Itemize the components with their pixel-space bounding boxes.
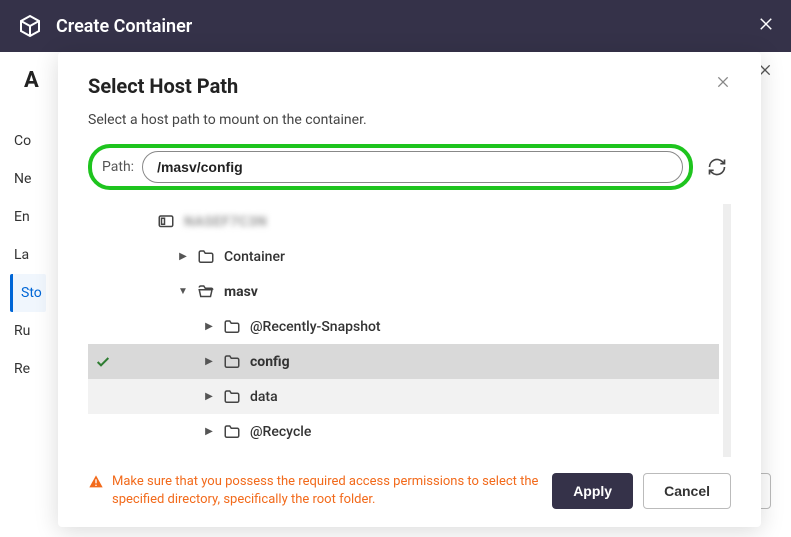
modal-footer: Make sure that you possess the required … [88,473,731,509]
chevron-right-icon[interactable]: ▶ [202,391,216,402]
tree-item-label: @Recently-Snapshot [250,319,381,335]
folder-icon [196,248,216,266]
tree-row[interactable]: ▶ Container [88,239,719,274]
topbar-title: Create Container [56,16,192,37]
path-input[interactable] [142,151,683,183]
warning-icon [88,474,104,496]
apply-button[interactable]: Apply [552,473,633,509]
sidebar-item[interactable]: Ru [10,312,46,350]
chevron-right-icon[interactable]: ▶ [176,251,190,262]
create-container-header: Create Container [0,0,791,52]
tree-item-label: masv [224,284,258,300]
modal-header: Select Host Path [88,74,731,98]
tree-row[interactable]: ▶ @Recycle [88,414,719,449]
folder-icon [222,318,242,336]
sidebar-item[interactable]: Ne [10,160,46,198]
sidebar: CoNeEnLaStoRuRe [10,122,46,388]
folder-icon [196,283,216,301]
sidebar-item[interactable]: Sto [10,274,46,312]
tree-row[interactable]: ▶ @Recently-Snapshot [88,309,719,344]
nas-icon [156,213,176,231]
topbar-close-button[interactable] [757,15,775,38]
sidebar-item[interactable]: En [10,198,46,236]
refresh-button[interactable] [703,153,731,181]
chevron-right-icon[interactable]: ▶ [202,321,216,332]
path-label: Path: [102,159,134,175]
chevron-right-icon[interactable]: ▶ [202,356,216,367]
warning-text: Make sure that you possess the required … [112,473,542,509]
bg-title-prefix: A [24,68,39,93]
path-highlight: Path: [88,144,693,190]
select-host-path-modal: Select Host Path Select a host path to m… [58,52,761,527]
tree-row[interactable]: ▶ data [88,379,719,414]
modal-title: Select Host Path [88,74,238,98]
cube-icon [16,12,44,40]
cancel-button[interactable]: Cancel [643,473,731,509]
tree-root-label: NASEF7C3N [184,214,267,230]
footer-buttons: Apply Cancel [552,473,731,509]
tree-row[interactable]: ▶ config [88,344,719,379]
folder-icon [222,388,242,406]
chevron-right-icon[interactable]: ▶ [202,426,216,437]
folder-tree: NASEF7C3N ▶ Container ▼ masv ▶ @Recently-Snap… [88,204,731,457]
tree-row[interactable]: ▶masv-1 [88,449,719,457]
sidebar-item[interactable]: La [10,236,46,274]
modal-subtitle: Select a host path to mount on the conta… [88,112,731,128]
folder-icon [222,353,242,371]
warning-message: Make sure that you possess the required … [88,473,542,509]
check-icon [88,354,118,370]
tree-item-label: Container [224,249,285,265]
tree-root-row[interactable]: NASEF7C3N [88,204,719,239]
tree-item-label: data [250,389,278,405]
chevron-down-icon[interactable]: ▼ [176,286,190,297]
sidebar-item[interactable]: Co [10,122,46,160]
modal-close-button[interactable] [715,74,731,94]
folder-icon [222,423,242,441]
sidebar-item[interactable]: Re [10,350,46,388]
tree-row[interactable]: ▼ masv [88,274,719,309]
tree-item-label: config [250,354,290,370]
tree-item-label: @Recycle [250,424,311,440]
path-row: Path: [88,144,731,190]
